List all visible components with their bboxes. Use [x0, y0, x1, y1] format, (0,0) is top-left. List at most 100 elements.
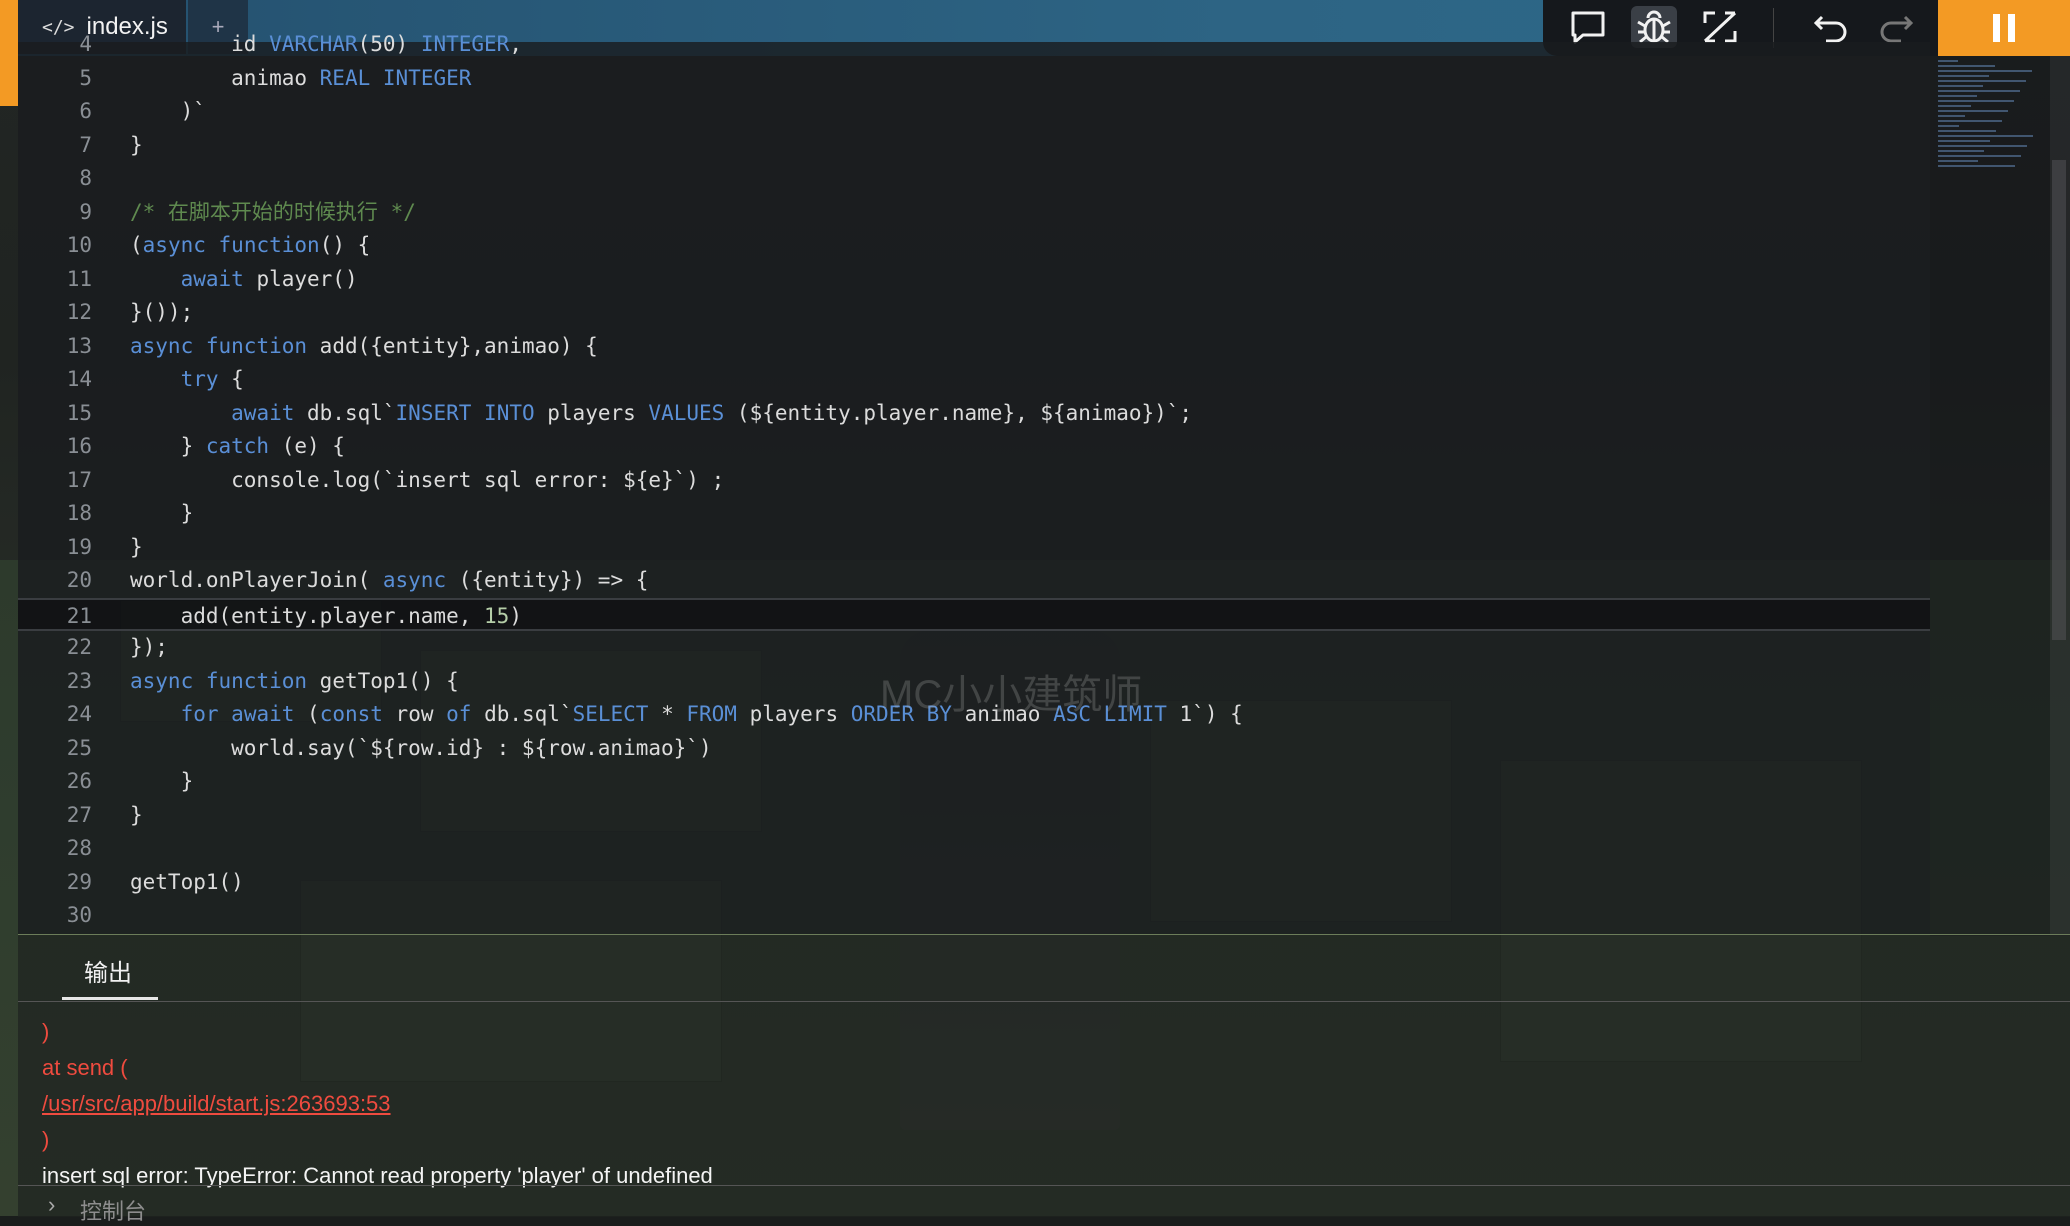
line-text[interactable]: add(entity.player.name, 15)	[130, 600, 522, 633]
code-line[interactable]: 25 world.say(`${row.id} : ${row.animao}`…	[18, 732, 1930, 765]
code-line[interactable]: 17 console.log(`insert sql error: ${e}`)…	[18, 464, 1930, 497]
line-text[interactable]: animao REAL INTEGER	[130, 62, 471, 95]
line-text[interactable]: });	[130, 631, 168, 664]
code-line[interactable]: 7}	[18, 129, 1930, 162]
line-text[interactable]: }	[130, 531, 143, 564]
line-text[interactable]: world.onPlayerJoin( async ({entity}) => …	[130, 564, 648, 597]
minimap-line	[1938, 110, 2008, 112]
output-line: at send (	[42, 1055, 128, 1080]
line-number: 24	[66, 702, 92, 726]
line-number: 7	[79, 132, 92, 157]
code-line[interactable]: 11 await player()	[18, 263, 1930, 296]
line-text[interactable]: id VARCHAR(50) INTEGER,	[130, 28, 522, 61]
line-text[interactable]: }	[130, 129, 143, 162]
code-line[interactable]: 18 }	[18, 497, 1930, 530]
minimap-line	[1938, 115, 1965, 117]
line-text[interactable]: async function getTop1() {	[130, 665, 459, 698]
code-line[interactable]: 16 } catch (e) {	[18, 430, 1930, 463]
code-line[interactable]: 4 id VARCHAR(50) INTEGER,	[18, 28, 1930, 61]
line-number: 22	[66, 635, 92, 659]
line-number: 5	[79, 65, 92, 90]
line-number: 18	[66, 501, 92, 525]
code-line[interactable]: 22});	[18, 631, 1930, 664]
pause-button[interactable]	[1938, 0, 2070, 56]
code-line[interactable]: 13 async function add({entity},animao) {	[18, 330, 1930, 363]
line-number: 8	[79, 166, 92, 190]
line-text[interactable]: /* 在脚本开始的时候执行 */	[130, 196, 416, 229]
minimap-line	[1938, 130, 1996, 132]
line-text[interactable]: )`	[130, 95, 206, 128]
watermark: MC小小建筑师	[880, 673, 1143, 717]
console-toggle[interactable]: › 控制台	[18, 1185, 2070, 1224]
line-text[interactable]: (async function() {	[130, 229, 370, 262]
console-label: 控制台	[80, 1199, 147, 1224]
code-line[interactable]: 27}	[18, 799, 1930, 832]
code-line[interactable]: 8	[18, 162, 1930, 195]
line-number: 12	[66, 300, 92, 324]
line-number: 25	[66, 735, 92, 760]
line-number: 23	[66, 668, 92, 693]
line-text[interactable]: }	[130, 765, 194, 798]
line-text[interactable]: world.say(`${row.id} : ${row.animao}`)	[130, 732, 711, 765]
code-line[interactable]: 15 await db.sql`INSERT INTO players VALU…	[18, 397, 1930, 430]
code-line[interactable]: 29 getTop1()	[18, 866, 1930, 899]
line-number: 17	[66, 467, 92, 492]
stack-trace-link[interactable]: /usr/src/app/build/start.js:263693:53	[42, 1091, 391, 1117]
code-line[interactable]: 14 try {	[18, 363, 1930, 396]
minimap[interactable]	[1930, 56, 2050, 936]
code-line[interactable]: 12 }());	[18, 296, 1930, 329]
line-text[interactable]: }	[130, 497, 194, 530]
line-text[interactable]: await player()	[130, 263, 358, 296]
line-number: 16	[66, 434, 92, 458]
code-editor[interactable]: 4 id VARCHAR(50) INTEGER, 5 animao REAL I…	[18, 32, 1930, 934]
line-number: 4	[79, 32, 92, 56]
line-number: 15	[66, 400, 92, 425]
minimap-line	[1938, 160, 1978, 162]
code-line[interactable]: 9 /* 在脚本开始的时候执行 */	[18, 196, 1930, 229]
minimap-line	[1938, 90, 2020, 92]
pause-icon	[1993, 14, 2015, 42]
minimap-line	[1938, 70, 2032, 72]
code-line[interactable]: 10 (async function() {	[18, 229, 1930, 262]
code-line[interactable]: 5 animao REAL INTEGER	[18, 62, 1930, 95]
code-line[interactable]: 26 }	[18, 765, 1930, 798]
minimap-line	[1938, 65, 1995, 67]
minimap-line	[1938, 150, 1984, 152]
code-line[interactable]: 20 world.onPlayerJoin( async ({entity}) =…	[18, 564, 1930, 597]
code-line[interactable]: 19}	[18, 531, 1930, 564]
code-line[interactable]: 30	[18, 899, 1930, 932]
minimap-line	[1938, 140, 1990, 142]
line-text[interactable]: }	[130, 799, 143, 832]
minimap-line	[1938, 155, 2021, 157]
line-number: 21	[66, 603, 92, 628]
line-text[interactable]: try {	[130, 363, 244, 396]
line-number: 20	[66, 568, 92, 592]
line-number: 26	[66, 769, 92, 793]
line-text[interactable]: } catch (e) {	[130, 430, 345, 463]
tab-underline	[62, 997, 158, 1000]
line-number: 27	[66, 802, 92, 827]
line-number: 19	[66, 534, 92, 559]
code-line[interactable]: 21 add(entity.player.name, 15)	[18, 597, 1930, 633]
line-number: 13	[66, 333, 92, 358]
line-text[interactable]: async function add({entity},animao) {	[130, 330, 598, 363]
scrollbar-thumb[interactable]	[2052, 160, 2066, 640]
output-line: )	[42, 1019, 50, 1044]
code-line[interactable]: 28	[18, 832, 1930, 865]
chevron-right-icon: ›	[48, 1192, 56, 1217]
minimap-line	[1938, 105, 1971, 107]
line-number: 10	[66, 233, 92, 257]
minimap-line	[1938, 60, 1958, 62]
line-text[interactable]: console.log(`insert sql error: ${e}`) ;	[130, 464, 724, 497]
line-number: 6	[79, 99, 92, 123]
line-number: 30	[66, 903, 92, 927]
line-text[interactable]: await db.sql`INSERT INTO players VALUES …	[130, 397, 1192, 430]
minimap-line	[1938, 100, 2014, 102]
minimap-line	[1938, 75, 1989, 77]
minimap-line	[1938, 95, 1977, 97]
line-text[interactable]: }());	[130, 296, 193, 329]
code-line[interactable]: 6 )`	[18, 95, 1930, 128]
tab-output[interactable]: 输出	[84, 953, 132, 988]
line-text[interactable]: getTop1()	[130, 866, 244, 899]
line-number: 14	[66, 367, 92, 391]
